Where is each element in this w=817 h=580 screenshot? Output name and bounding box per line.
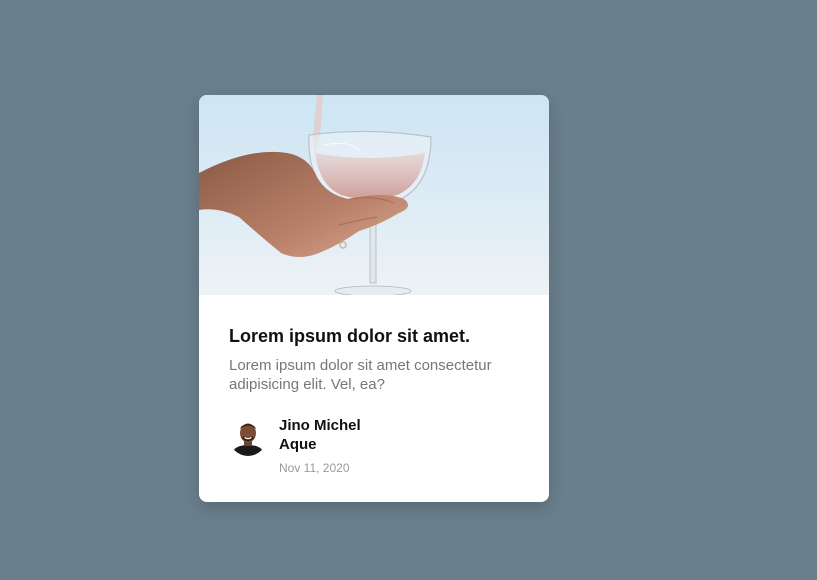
blog-card[interactable]: Lorem ipsum dolor sit amet. Lorem ipsum … (199, 95, 549, 502)
post-date: Nov 11, 2020 (279, 461, 350, 475)
card-image (199, 95, 549, 295)
author-name[interactable]: Jino Michel Aque (279, 416, 379, 454)
author-section: Jino Michel Aque Nov 11, 2020 (229, 416, 519, 476)
card-description: Lorem ipsum dolor sit amet consectetur a… (229, 357, 492, 393)
author-info: Jino Michel Aque Nov 11, 2020 (279, 416, 379, 476)
author-avatar[interactable] (229, 418, 267, 456)
card-body: Lorem ipsum dolor sit amet. Lorem ipsum … (199, 295, 549, 476)
card-title[interactable]: Lorem ipsum dolor sit amet. (229, 324, 519, 348)
